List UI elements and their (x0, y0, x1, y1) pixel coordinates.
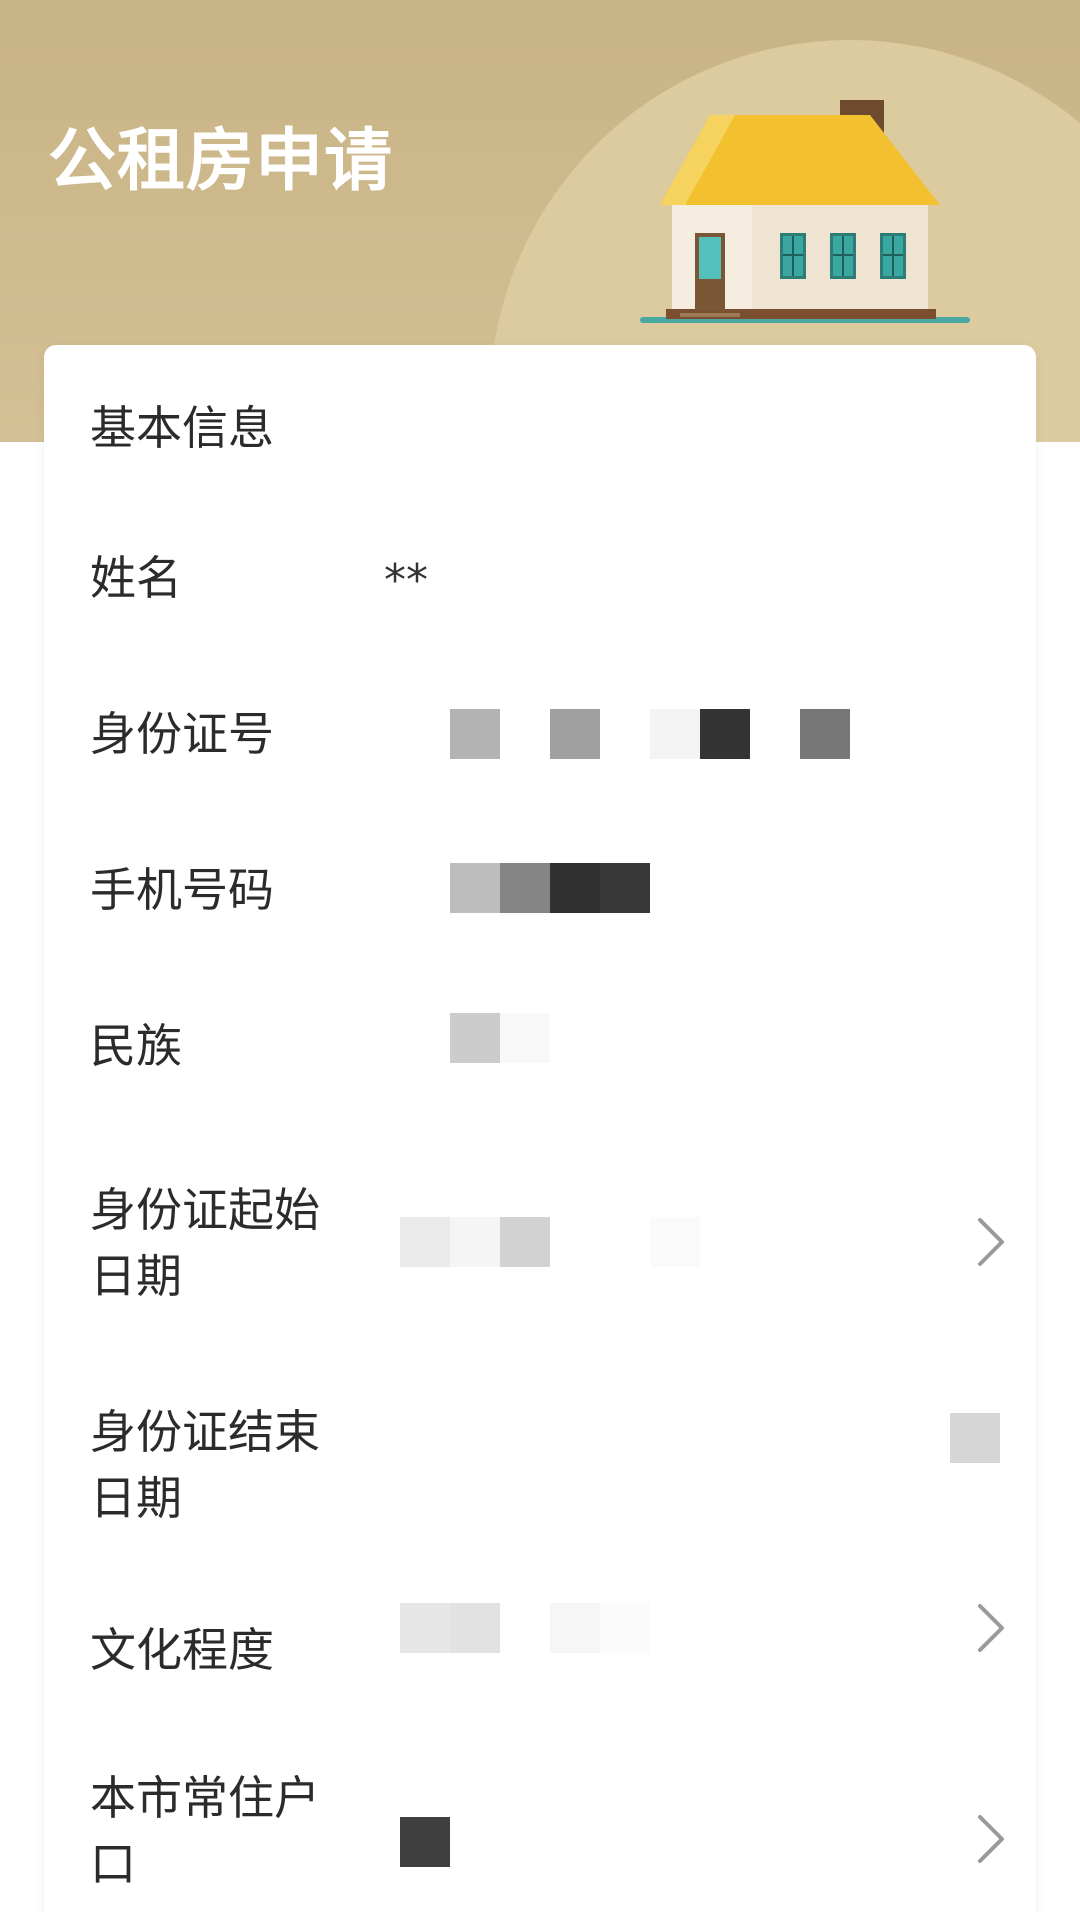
field-label: 身份证号 (90, 707, 274, 761)
redaction-block (500, 1013, 550, 1063)
redaction-block (450, 1013, 500, 1063)
redaction-block (550, 709, 600, 759)
section-title: 基本信息 (90, 401, 274, 455)
redaction-block (400, 1603, 450, 1653)
field-label: 本市常住户口 (90, 1771, 320, 1891)
redaction-block (600, 863, 650, 913)
chevron-right-icon[interactable] (968, 1600, 1012, 1656)
redaction-block (450, 709, 500, 759)
field-label: 手机号码 (90, 863, 274, 917)
field-label: 姓名 (90, 551, 182, 605)
redaction-block (450, 1603, 500, 1653)
field-label: 身份证起始日期 (90, 1183, 320, 1303)
redaction-block (450, 863, 500, 913)
field-label: 身份证结束日期 (90, 1405, 320, 1525)
redaction-block (400, 1817, 450, 1867)
basic-info-card: 基本信息 姓名 ** 身份证号 手机号码 民族 身份证起始日期 身份证结束日期 … (44, 345, 1036, 1912)
name-value[interactable]: ** (384, 559, 428, 603)
field-label: 民族 (90, 1019, 182, 1073)
redaction-block (550, 1603, 600, 1653)
redaction-block (800, 709, 850, 759)
redaction-block (550, 863, 600, 913)
chevron-right-icon[interactable] (968, 1214, 1012, 1270)
chevron-right-icon[interactable] (968, 1811, 1012, 1867)
redaction-block (650, 1217, 700, 1267)
redaction-block (400, 1217, 450, 1267)
field-label: 文化程度 (90, 1623, 274, 1677)
redaction-block (700, 709, 750, 759)
page: 公租房申请 基本信息 姓名 ** 身份证号 手机号码 民族 身份证起始日期 身份… (0, 0, 1080, 1912)
redaction-block (450, 1217, 500, 1267)
redaction-block (500, 863, 550, 913)
redaction-block (500, 1217, 550, 1267)
redaction-block (650, 709, 700, 759)
page-title: 公租房申请 (48, 122, 394, 201)
redaction-block (950, 1413, 1000, 1463)
redaction-block (600, 1603, 650, 1653)
house-illustration-icon (640, 95, 980, 335)
